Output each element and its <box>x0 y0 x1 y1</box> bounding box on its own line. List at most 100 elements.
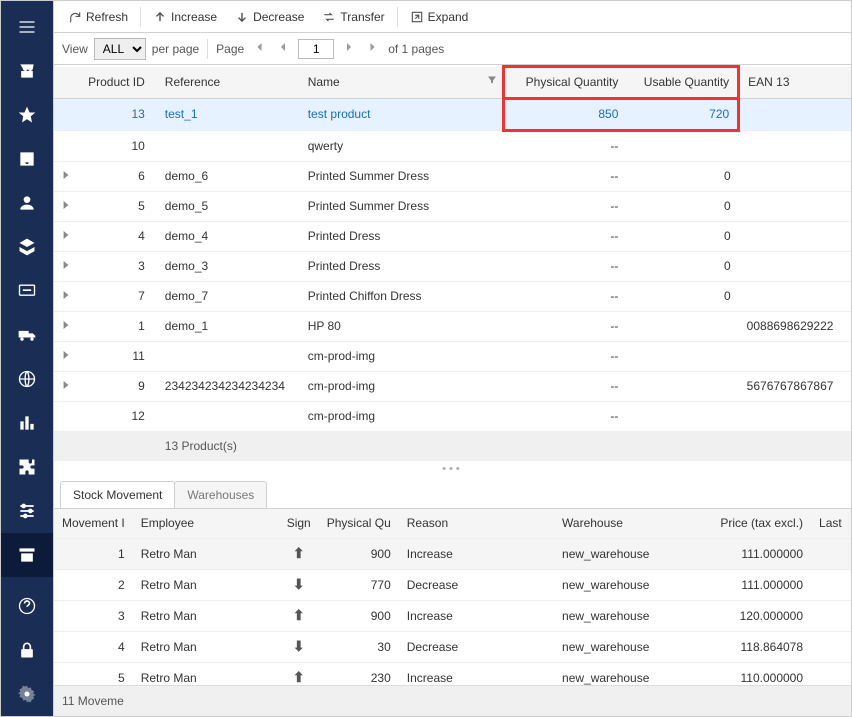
last-page-icon[interactable] <box>364 41 382 56</box>
puzzle-icon[interactable] <box>1 445 53 489</box>
pager: View ALL per page Page of 1 pages <box>54 33 851 65</box>
expand-button[interactable]: Expand <box>402 6 477 28</box>
cell-reason: Decrease <box>399 570 554 601</box>
expand-caret[interactable] <box>62 349 70 363</box>
per-page-label: per page <box>152 42 199 56</box>
mcol-price[interactable]: Price (tax excl.) <box>711 509 811 539</box>
cell-ean <box>739 222 851 252</box>
cell-price: 111.000000 <box>711 570 811 601</box>
col-reference[interactable]: Reference <box>157 67 300 99</box>
cell-reference <box>157 131 300 162</box>
cell-physical-qty: -- <box>504 252 627 282</box>
arrow-up-icon: ⬆ <box>293 669 305 685</box>
chart-icon[interactable] <box>1 401 53 445</box>
table-row[interactable]: 5demo_5Printed Summer Dress--0 <box>54 192 851 222</box>
gear-icon[interactable] <box>1 672 53 716</box>
expand-caret[interactable] <box>62 169 70 183</box>
col-ean[interactable]: EAN 13 <box>739 67 851 99</box>
cell-reference: demo_5 <box>157 192 300 222</box>
table-row[interactable]: 3Retro Man⬆900Increasenew_warehouse120.0… <box>54 601 851 632</box>
mcol-warehouse[interactable]: Warehouse <box>554 509 711 539</box>
cell-name: HP 80 <box>300 312 504 342</box>
menu-icon[interactable] <box>1 5 53 49</box>
shop-icon[interactable] <box>1 49 53 93</box>
mcol-id[interactable]: Movement I <box>54 509 133 539</box>
table-row[interactable]: 11cm-prod-img-- <box>54 342 851 372</box>
cell-employee: Retro Man <box>133 632 279 663</box>
star-icon[interactable] <box>1 93 53 137</box>
mcol-employee[interactable]: Employee <box>133 509 279 539</box>
mcol-last[interactable]: Last <box>811 509 851 539</box>
page-input[interactable] <box>298 39 334 59</box>
table-row[interactable]: 7demo_7Printed Chiffon Dress--0 <box>54 282 851 312</box>
cell-ean <box>739 99 851 131</box>
resize-handle[interactable]: ••• <box>54 461 851 477</box>
table-row[interactable]: 2Retro Man⬇770Decreasenew_warehouse111.0… <box>54 570 851 601</box>
cell-name: Printed Summer Dress <box>300 192 504 222</box>
next-page-icon[interactable] <box>340 41 358 56</box>
mcol-physical[interactable]: Physical Qu <box>319 509 399 539</box>
tab-stock-movement[interactable]: Stock Movement <box>60 481 175 508</box>
table-row[interactable]: 6demo_6Printed Summer Dress--0 <box>54 162 851 192</box>
expand-caret[interactable] <box>62 229 70 243</box>
truck-icon[interactable] <box>1 313 53 357</box>
col-physical-quantity[interactable]: Physical Quantity <box>504 67 627 99</box>
cell-sign: ⬇ <box>279 570 319 601</box>
cell-employee: Retro Man <box>133 663 279 686</box>
archive-icon[interactable] <box>1 533 53 577</box>
expand-caret[interactable] <box>62 199 70 213</box>
refresh-button[interactable]: Refresh <box>60 6 136 28</box>
mcol-reason[interactable]: Reason <box>399 509 554 539</box>
cell-movement-id: 1 <box>54 539 133 570</box>
table-row[interactable]: 4Retro Man⬇30Decreasenew_warehouse118.86… <box>54 632 851 663</box>
expand-caret[interactable] <box>62 259 70 273</box>
cell-physical-qty: -- <box>504 192 627 222</box>
cell-product-id: 3 <box>79 252 157 282</box>
table-row[interactable]: 3demo_3Printed Dress--0 <box>54 252 851 282</box>
cell-physical-qty: -- <box>504 282 627 312</box>
globe-icon[interactable] <box>1 357 53 401</box>
help-icon[interactable] <box>1 584 53 628</box>
cell-usable-qty: 720 <box>626 99 738 131</box>
table-row[interactable]: 1demo_1HP 80--0088698629222 <box>54 312 851 342</box>
expand-caret[interactable] <box>62 289 70 303</box>
first-page-icon[interactable] <box>250 41 268 56</box>
mcol-sign[interactable]: Sign <box>279 509 319 539</box>
cell-movement-id: 5 <box>54 663 133 686</box>
col-usable-quantity[interactable]: Usable Quantity <box>626 67 738 99</box>
cell-move-qty: 770 <box>319 570 399 601</box>
arrow-up-icon: ⬆ <box>293 545 305 561</box>
chat-icon[interactable] <box>1 269 53 313</box>
filter-icon[interactable] <box>486 74 498 86</box>
tag-icon[interactable] <box>1 225 53 269</box>
table-row[interactable]: 13test_1test product850720 <box>54 99 851 131</box>
table-row[interactable]: 4demo_4Printed Dress--0 <box>54 222 851 252</box>
expand-caret[interactable] <box>62 319 70 333</box>
expand-caret[interactable] <box>62 379 70 393</box>
cell-usable-qty: 0 <box>626 222 738 252</box>
col-product-id[interactable]: Product ID <box>79 67 157 99</box>
table-row[interactable]: 1Retro Man⬆900Increasenew_warehouse111.0… <box>54 539 851 570</box>
increase-button[interactable]: Increase <box>145 6 225 28</box>
cell-product-id: 13 <box>79 99 157 131</box>
cell-product-id: 5 <box>79 192 157 222</box>
lock-icon[interactable] <box>1 628 53 672</box>
table-row[interactable]: 12cm-prod-img-- <box>54 402 851 432</box>
prev-page-icon[interactable] <box>274 41 292 56</box>
inbox-icon[interactable] <box>1 137 53 181</box>
table-row[interactable]: 5Retro Man⬆230Increasenew_warehouse110.0… <box>54 663 851 686</box>
person-icon[interactable] <box>1 181 53 225</box>
transfer-button[interactable]: Transfer <box>314 6 392 28</box>
sliders-icon[interactable] <box>1 489 53 533</box>
product-table: Product ID Reference Name Physical Quant… <box>54 65 851 461</box>
col-name[interactable]: Name <box>300 67 504 99</box>
table-row[interactable]: 10qwerty-- <box>54 131 851 162</box>
decrease-button[interactable]: Decrease <box>227 6 312 28</box>
cell-physical-qty: -- <box>504 342 627 372</box>
cell-reference: demo_6 <box>157 162 300 192</box>
tab-warehouses[interactable]: Warehouses <box>174 481 267 508</box>
cell-warehouse: new_warehouse <box>554 539 711 570</box>
per-page-select[interactable]: ALL <box>94 38 146 60</box>
table-row[interactable]: 9234234234234234234cm-prod-img--56767678… <box>54 372 851 402</box>
cell-reference: test_1 <box>157 99 300 131</box>
